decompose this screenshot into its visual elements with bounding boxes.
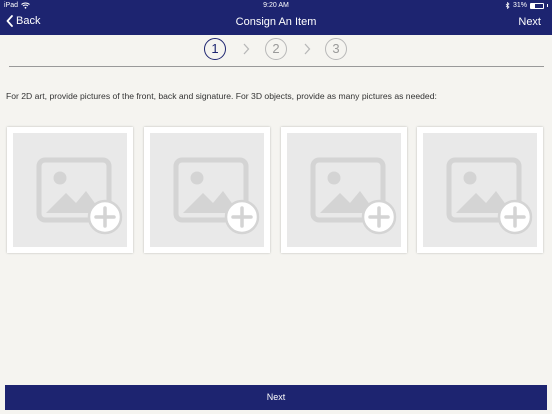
step-3[interactable]: 3 [325,38,347,60]
status-right: 31% [505,2,548,9]
header: iPad 9:20 AM 31% Back Consign An Item Ne… [0,0,552,35]
add-photo-button-3[interactable] [281,127,407,253]
next-button[interactable]: Next [5,385,547,410]
step-1[interactable]: 1 [204,38,226,60]
chevron-right-icon [243,43,250,55]
photo-placeholder [287,133,401,247]
add-image-icon [36,157,123,235]
step-2[interactable]: 2 [265,38,287,60]
photo-placeholder [423,133,537,247]
battery-icon [530,2,544,9]
status-time: 9:20 AM [263,2,289,9]
add-photo-button-4[interactable] [417,127,543,253]
instructions-text: For 2D art, provide pictures of the fron… [6,91,437,101]
next-nav-button[interactable]: Next [518,16,541,28]
chevron-right-icon [304,43,311,55]
add-image-icon [446,157,533,235]
photo-placeholder [150,133,264,247]
status-bar: iPad 9:20 AM 31% [0,0,552,12]
battery-tip [547,4,548,7]
add-image-icon [173,157,260,235]
divider [9,66,544,67]
photo-placeholder [13,133,127,247]
nav-bar: Back Consign An Item Next [0,12,552,35]
bluetooth-icon [505,2,510,9]
battery-fill [531,3,535,8]
add-image-icon [310,157,397,235]
stepper: 1 2 3 [0,38,552,62]
page-title: Consign An Item [235,16,317,28]
add-photo-button-2[interactable] [144,127,270,253]
add-photo-button-1[interactable] [7,127,133,253]
battery-percent: 31% [512,2,527,9]
